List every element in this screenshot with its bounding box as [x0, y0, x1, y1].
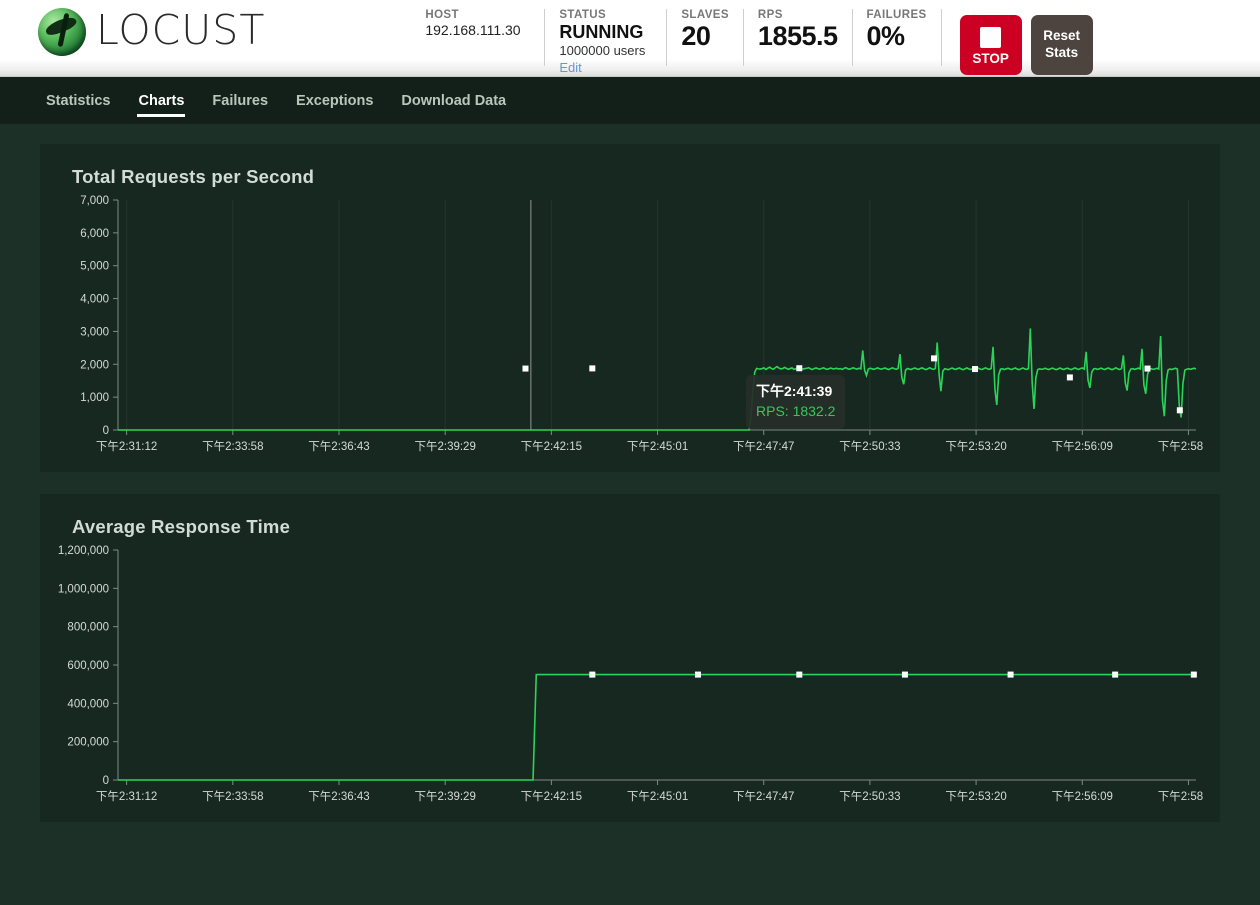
rps-label: RPS: [757, 9, 783, 21]
tab-download-data[interactable]: Download Data: [400, 81, 507, 120]
svg-text:下午2:58:56: 下午2:58:56: [1158, 440, 1204, 453]
rps-value: 1855.5: [757, 21, 838, 51]
host-value: 192.168.111.30: [425, 22, 521, 38]
chart-plot-rps: 0 1,000 2,000 3,000 4,000 5,000 6,000 7,000 下午2:…: [56, 192, 1204, 462]
stop-button-label: STOP: [972, 50, 1009, 66]
status-user-count: 1000000 users: [559, 42, 646, 58]
chart-panel-rps: Total Requests per Second 0 1,000 2,000 3,0…: [40, 144, 1220, 472]
tab-charts[interactable]: Charts: [137, 81, 186, 120]
svg-text:600,000: 600,000: [67, 660, 109, 672]
stat-host: HOST 192.168.111.30: [425, 9, 546, 66]
chart-panel-response-time: Average Response Time 0 200,000 400,000 600…: [40, 494, 1220, 822]
svg-text:下午2:56:09: 下午2:56:09: [1052, 790, 1113, 803]
edit-link[interactable]: Edit: [559, 60, 652, 75]
chart-title-rps: Total Requests per Second: [72, 166, 315, 187]
stat-failures: FAILURES 0%: [853, 9, 942, 66]
app-header: LOCUST HOST 192.168.111.30 STATUS RUNNIN…: [0, 0, 1260, 77]
svg-text:3,000: 3,000: [80, 326, 109, 338]
failures-value: 0%: [866, 21, 906, 51]
tab-failures[interactable]: Failures: [211, 81, 269, 120]
header-actions: STOP Reset Stats: [942, 9, 1107, 75]
svg-text:下午2:39:29: 下午2:39:29: [414, 790, 475, 803]
svg-text:1,200,000: 1,200,000: [58, 545, 109, 557]
svg-text:下午2:50:33: 下午2:50:33: [839, 440, 900, 453]
svg-text:5,000: 5,000: [80, 261, 109, 273]
main-nav: Statistics Charts Failures Exceptions Do…: [0, 77, 1260, 124]
status-value: RUNNING: [559, 22, 644, 42]
svg-text:下午2:36:43: 下午2:36:43: [308, 440, 369, 453]
stat-rps: RPS 1855.5: [744, 9, 853, 66]
svg-text:1,000: 1,000: [80, 392, 109, 404]
header-stats: HOST 192.168.111.30 STATUS RUNNING 10000…: [425, 0, 1107, 75]
reset-stats-button[interactable]: Reset Stats: [1030, 15, 1093, 75]
svg-text:下午2:39:29: 下午2:39:29: [414, 440, 475, 453]
stop-square-icon: [980, 26, 1002, 48]
svg-text:7,000: 7,000: [80, 195, 109, 207]
brand-name: LOCUST: [96, 5, 266, 54]
svg-text:下午2:50:33: 下午2:50:33: [839, 790, 900, 803]
slaves-value: 20: [681, 21, 711, 51]
svg-text:400,000: 400,000: [67, 698, 109, 710]
svg-text:下午2:45:01: 下午2:45:01: [627, 790, 688, 803]
charts-container: Total Requests per Second 0 1,000 2,000 3,0…: [0, 124, 1260, 822]
stat-status: STATUS RUNNING 1000000 users Edit: [545, 9, 668, 75]
slaves-label: SLAVES: [681, 9, 729, 21]
tab-statistics[interactable]: Statistics: [45, 81, 111, 120]
svg-text:4,000: 4,000: [80, 294, 109, 306]
svg-text:下午2:53:20: 下午2:53:20: [945, 790, 1006, 803]
svg-text:0: 0: [103, 425, 109, 437]
svg-text:下午2:42:15: 下午2:42:15: [521, 440, 582, 453]
chart-plot-response-time: 0 200,000 400,000 600,000 800,000 1,000,000 1,…: [56, 542, 1204, 812]
chart-title-response-time: Average Response Time: [72, 516, 291, 537]
response-time-chart-svg[interactable]: 0 200,000 400,000 600,000 800,000 1,000,000 1,…: [56, 542, 1204, 812]
svg-text:下午2:33:58: 下午2:33:58: [202, 440, 263, 453]
svg-text:下午2:47:47: 下午2:47:47: [733, 790, 794, 803]
svg-text:下午2:58:56: 下午2:58:56: [1158, 790, 1204, 803]
svg-text:下午2:42:15: 下午2:42:15: [521, 790, 582, 803]
svg-text:下午2:53:20: 下午2:53:20: [945, 440, 1006, 453]
svg-text:下午2:31:12: 下午2:31:12: [96, 440, 157, 453]
svg-text:下午2:47:47: 下午2:47:47: [733, 440, 794, 453]
svg-text:6,000: 6,000: [80, 228, 109, 240]
svg-text:2,000: 2,000: [80, 359, 109, 371]
svg-text:下午2:45:01: 下午2:45:01: [627, 440, 688, 453]
svg-text:下午2:31:12: 下午2:31:12: [96, 790, 157, 803]
svg-text:下午2:33:58: 下午2:33:58: [202, 790, 263, 803]
host-label: HOST: [425, 9, 459, 21]
svg-text:800,000: 800,000: [67, 622, 109, 634]
tab-exceptions[interactable]: Exceptions: [295, 81, 374, 120]
reset-button-label-line2: Stats: [1045, 45, 1079, 60]
stop-button[interactable]: STOP: [959, 15, 1022, 75]
status-label: STATUS: [559, 9, 607, 21]
failures-label: FAILURES: [866, 9, 927, 21]
svg-text:0: 0: [103, 775, 109, 787]
svg-text:200,000: 200,000: [67, 737, 109, 749]
rps-chart-svg[interactable]: 0 1,000 2,000 3,000 4,000 5,000 6,000 7,000 下午2:…: [56, 192, 1204, 462]
brand-logo[interactable]: LOCUST: [0, 0, 265, 56]
svg-text:1,000,000: 1,000,000: [58, 583, 109, 595]
svg-text:下午2:36:43: 下午2:36:43: [308, 790, 369, 803]
stat-slaves: SLAVES 20: [667, 9, 744, 66]
svg-text:下午2:56:09: 下午2:56:09: [1052, 440, 1113, 453]
locust-logo-icon: [38, 8, 86, 56]
reset-button-label-line1: Reset: [1043, 28, 1080, 44]
